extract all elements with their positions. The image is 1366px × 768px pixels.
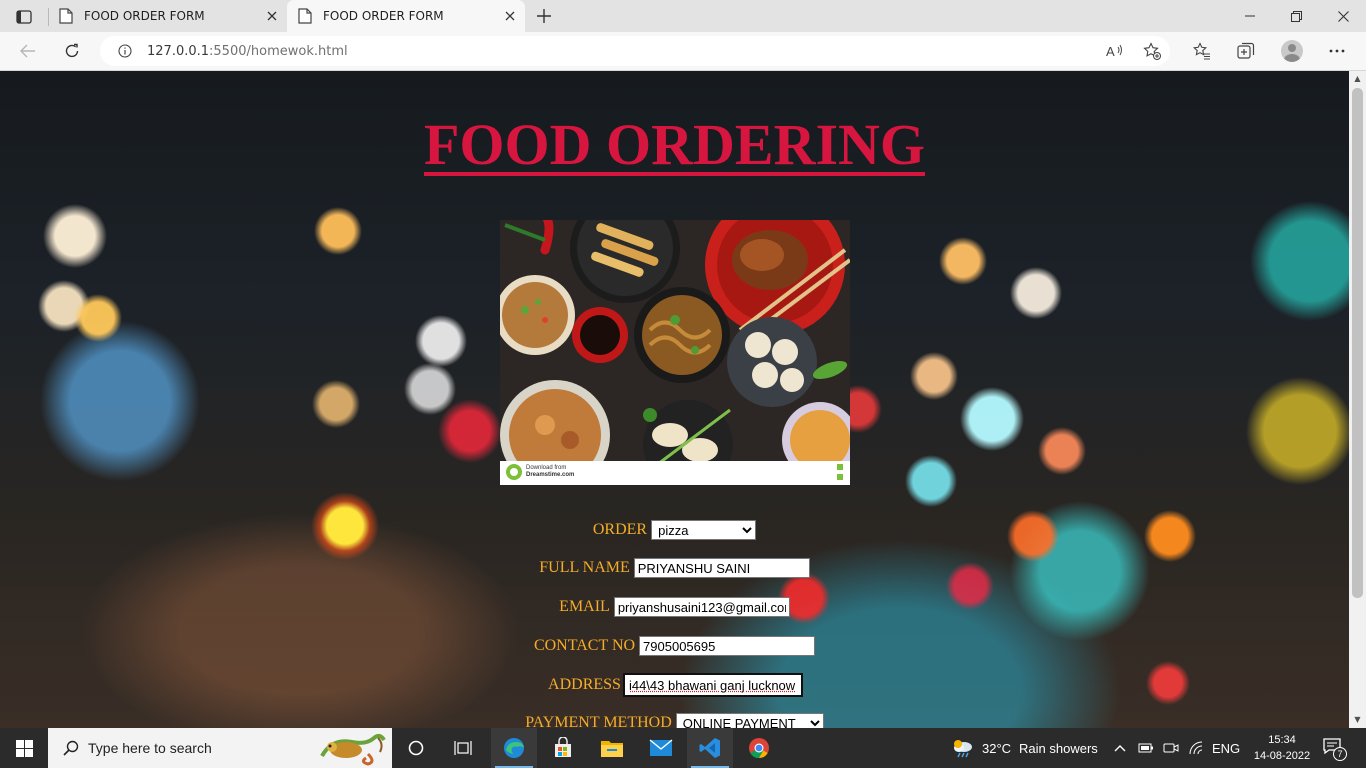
clock-time: 15:34 bbox=[1268, 734, 1296, 746]
email-row: EMAIL bbox=[0, 597, 1349, 617]
weather-temp: 32°C bbox=[982, 740, 1012, 756]
notification-count: 7 bbox=[1333, 747, 1347, 761]
contact-input[interactable] bbox=[639, 636, 816, 656]
vertical-scrollbar[interactable]: ▲ ▼ bbox=[1349, 71, 1366, 728]
meet-now-icon[interactable] bbox=[1163, 728, 1179, 768]
site-info-icon[interactable] bbox=[117, 43, 133, 59]
watermark-line-1: Download from bbox=[526, 465, 566, 471]
page-favicon-icon bbox=[297, 8, 313, 24]
wifi-icon[interactable] bbox=[1188, 728, 1204, 768]
browser-tab-strip: FOOD ORDER FORM FOOD ORDER FORM bbox=[0, 0, 1366, 32]
full-name-input[interactable] bbox=[633, 558, 810, 578]
search-highlight-chameleon-icon bbox=[318, 730, 388, 766]
tab-title: FOOD ORDER FORM bbox=[84, 9, 205, 23]
task-view-icon[interactable] bbox=[440, 728, 486, 768]
search-placeholder: Type here to search bbox=[88, 740, 212, 756]
taskbar-search-box[interactable]: Type here to search bbox=[48, 728, 392, 768]
payment-select[interactable]: ONLINE PAYMENT bbox=[675, 713, 824, 728]
rain-cloud-icon bbox=[952, 738, 974, 758]
contact-row: CONTACT NO bbox=[0, 636, 1349, 656]
order-label: ORDER bbox=[592, 521, 648, 538]
payment-row: PAYMENT METHOD ONLINE PAYMENT bbox=[0, 713, 1349, 728]
search-icon bbox=[62, 739, 80, 757]
email-input[interactable] bbox=[613, 597, 790, 617]
page-title: FOOD ORDERING bbox=[423, 112, 926, 177]
windows-start-icon[interactable] bbox=[0, 728, 48, 768]
email-label: EMAIL bbox=[559, 598, 610, 615]
weather-text: Rain showers bbox=[1019, 740, 1098, 756]
close-tab-icon[interactable] bbox=[503, 9, 517, 23]
tab-title: FOOD ORDER FORM bbox=[323, 9, 444, 23]
order-select[interactable]: pizza bbox=[651, 520, 757, 540]
more-menu-icon[interactable] bbox=[1325, 39, 1349, 63]
mail-icon[interactable] bbox=[638, 728, 684, 768]
browser-tab-1[interactable]: FOOD ORDER FORM bbox=[49, 0, 287, 32]
payment-label: PAYMENT METHOD bbox=[525, 714, 672, 728]
url-path: :5500/homewok.html bbox=[209, 43, 348, 59]
back-icon[interactable] bbox=[15, 39, 41, 63]
browser-tab-2[interactable]: FOOD ORDER FORM bbox=[287, 0, 525, 32]
notification-icon[interactable]: 7 bbox=[1322, 737, 1347, 761]
full-name-label: FULL NAME bbox=[539, 559, 630, 576]
address-bar-row: 127.0.0.1:5500/homewok.html A bbox=[0, 32, 1366, 71]
restore-icon[interactable] bbox=[1273, 0, 1319, 32]
page-favicon-icon bbox=[58, 8, 74, 24]
address-label: ADDRESS bbox=[548, 676, 621, 693]
address-input[interactable] bbox=[622, 673, 803, 697]
watermark-line-2: Dreamstime.com bbox=[526, 472, 574, 478]
scroll-up-icon[interactable]: ▲ bbox=[1353, 74, 1362, 83]
read-aloud-icon[interactable]: A bbox=[1103, 39, 1127, 63]
taskbar: Type here to search 32°C Rain showers EN… bbox=[0, 728, 1366, 768]
svg-text:A: A bbox=[1106, 44, 1115, 59]
vscode-icon[interactable] bbox=[687, 728, 733, 768]
profile-avatar[interactable] bbox=[1281, 40, 1303, 62]
refresh-icon[interactable] bbox=[59, 39, 85, 63]
new-tab-icon[interactable] bbox=[534, 6, 554, 26]
close-tab-icon[interactable] bbox=[265, 9, 279, 23]
collections-icon[interactable] bbox=[1234, 39, 1258, 63]
add-favorite-icon[interactable] bbox=[1140, 39, 1164, 63]
weather-widget[interactable]: 32°C Rain showers bbox=[952, 728, 1098, 768]
cortana-icon[interactable] bbox=[393, 728, 439, 768]
full-name-row: FULL NAME bbox=[0, 558, 1349, 578]
minimize-icon[interactable] bbox=[1227, 0, 1273, 32]
address-row: ADDRESS bbox=[0, 673, 1349, 697]
scrollbar-thumb[interactable] bbox=[1352, 88, 1363, 598]
page-viewport: FOOD ORDERING Download from Dreamstime.c… bbox=[0, 71, 1349, 728]
battery-icon[interactable] bbox=[1138, 728, 1154, 768]
tab-actions-icon[interactable] bbox=[10, 6, 38, 28]
url-host: 127.0.0.1 bbox=[147, 43, 210, 59]
chrome-icon[interactable] bbox=[736, 728, 782, 768]
language-indicator[interactable]: ENG bbox=[1212, 728, 1240, 768]
edge-browser-icon[interactable] bbox=[491, 728, 537, 768]
show-hidden-icons-icon[interactable] bbox=[1114, 728, 1126, 768]
taskbar-clock[interactable]: 15:34 14-08-2022 bbox=[1252, 732, 1312, 764]
scroll-down-icon[interactable]: ▼ bbox=[1353, 715, 1362, 724]
url-field[interactable]: 127.0.0.1:5500/homewok.html bbox=[100, 36, 1170, 66]
contact-label: CONTACT NO bbox=[533, 637, 636, 654]
microsoft-store-icon[interactable] bbox=[540, 728, 586, 768]
food-image: Download from Dreamstime.com bbox=[500, 220, 850, 485]
clock-date: 14-08-2022 bbox=[1253, 750, 1311, 762]
file-explorer-icon[interactable] bbox=[589, 728, 635, 768]
close-window-icon[interactable] bbox=[1320, 0, 1366, 32]
favorites-icon[interactable] bbox=[1190, 39, 1214, 63]
order-row: ORDER pizza bbox=[0, 520, 1349, 540]
